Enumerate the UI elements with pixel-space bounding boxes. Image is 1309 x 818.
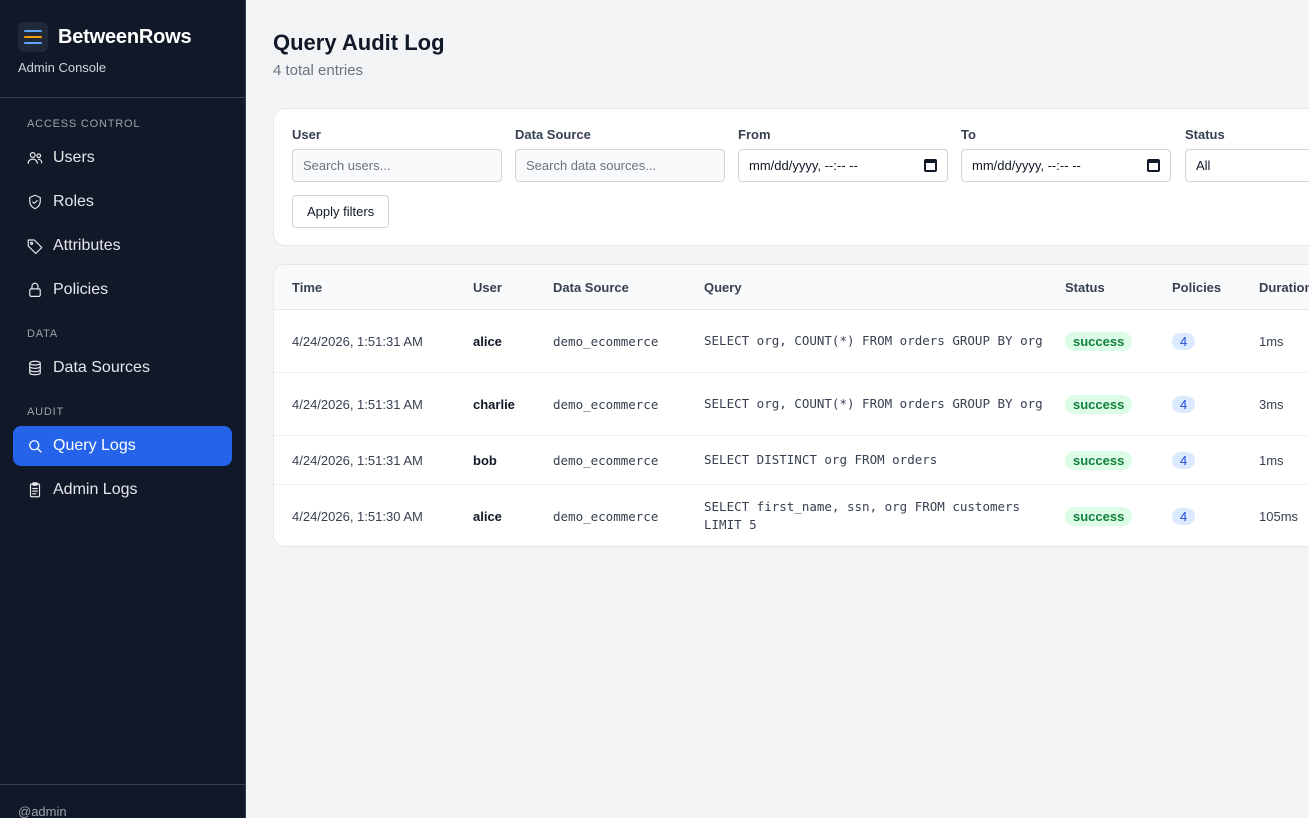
brand-header: BetweenRows Admin Console bbox=[0, 0, 245, 98]
to-datetime-value: mm/dd/yyyy, --:-- -- bbox=[972, 158, 1081, 173]
cell-user: bob bbox=[473, 452, 497, 468]
from-filter: From mm/dd/yyyy, --:-- -- bbox=[738, 127, 948, 182]
sidebar-item-data-sources[interactable]: Data Sources bbox=[13, 348, 232, 388]
calendar-icon[interactable] bbox=[1147, 159, 1160, 172]
sidebar-item-label: Roles bbox=[53, 193, 94, 210]
column-header-user[interactable]: User bbox=[473, 265, 502, 310]
data-source-filter-label: Data Source bbox=[515, 127, 591, 142]
nav-section-title: DATA bbox=[27, 328, 58, 340]
cell-user: alice bbox=[473, 333, 502, 349]
policies-count-badge: 4 bbox=[1172, 395, 1196, 413]
column-header-duration[interactable]: Duration bbox=[1259, 265, 1309, 310]
sidebar-item-admin-logs[interactable]: Admin Logs bbox=[13, 470, 232, 510]
status-filter: Status All bbox=[1185, 127, 1309, 182]
database-icon bbox=[29, 360, 41, 376]
sidebar-item-label: Policies bbox=[53, 281, 109, 298]
user-search-input[interactable]: Search users... bbox=[292, 149, 502, 182]
user-filter-label: User bbox=[292, 127, 321, 142]
filters-panel: User Search users... Data Source Search … bbox=[273, 108, 1309, 246]
query-log-table: Time User Data Source Query Status Polic… bbox=[273, 264, 1309, 547]
cell-duration: 3ms bbox=[1259, 396, 1284, 412]
entry-count: 4 total entries bbox=[273, 62, 364, 79]
users-icon bbox=[27, 152, 43, 164]
cell-duration: 1ms bbox=[1259, 333, 1284, 349]
cell-query: SELECT DISTINCT org FROM orders bbox=[704, 452, 938, 467]
search-icon bbox=[29, 440, 42, 453]
from-datetime-value: mm/dd/yyyy, --:-- -- bbox=[749, 158, 858, 173]
sidebar-item-query-logs[interactable]: Query Logs bbox=[13, 426, 232, 466]
sidebar-item-roles[interactable]: Roles bbox=[13, 182, 232, 222]
to-datetime-input[interactable]: mm/dd/yyyy, --:-- -- bbox=[961, 149, 1171, 182]
status-badge: success bbox=[1065, 394, 1133, 414]
menu-logo-icon bbox=[18, 22, 48, 52]
column-header-policies[interactable]: Policies bbox=[1172, 265, 1221, 310]
from-datetime-input[interactable]: mm/dd/yyyy, --:-- -- bbox=[738, 149, 948, 182]
cell-duration: 105ms bbox=[1259, 508, 1299, 524]
cell-data-source: demo_ecommerce bbox=[553, 396, 659, 412]
lock-icon bbox=[29, 282, 41, 297]
column-header-data-source[interactable]: Data Source bbox=[553, 265, 629, 310]
nav-section-title: AUDIT bbox=[27, 406, 64, 418]
table-row[interactable]: 4/24/2026, 1:51:30 AM alice demo_ecommer… bbox=[274, 485, 1309, 546]
cell-duration: 1ms bbox=[1259, 452, 1284, 468]
sidebar-item-label: Data Sources bbox=[53, 359, 150, 376]
status-badge: success bbox=[1065, 450, 1133, 470]
table-row[interactable]: 4/24/2026, 1:51:31 AM alice demo_ecommer… bbox=[274, 310, 1309, 373]
cell-time: 4/24/2026, 1:51:31 AM bbox=[292, 452, 423, 468]
cell-query: SELECT org, COUNT(*) FROM orders GROUP B… bbox=[704, 396, 1043, 411]
column-header-status[interactable]: Status bbox=[1065, 265, 1105, 310]
sidebar-item-label: Admin Logs bbox=[53, 481, 138, 498]
from-filter-label: From bbox=[738, 127, 771, 142]
brand-title: BetweenRows bbox=[58, 25, 192, 48]
status-badge: success bbox=[1065, 331, 1133, 351]
calendar-icon[interactable] bbox=[924, 159, 937, 172]
cell-data-source: demo_ecommerce bbox=[553, 452, 659, 468]
table-row[interactable]: 4/24/2026, 1:51:31 AM bob demo_ecommerce… bbox=[274, 436, 1309, 485]
policies-count-badge: 4 bbox=[1172, 332, 1196, 350]
cell-user: charlie bbox=[473, 396, 515, 412]
policies-count-badge: 4 bbox=[1172, 507, 1196, 525]
status-select[interactable]: All bbox=[1185, 149, 1309, 182]
sidebar-item-label: Users bbox=[53, 149, 95, 166]
to-filter: To mm/dd/yyyy, --:-- -- bbox=[961, 127, 1171, 182]
data-source-search-input[interactable]: Search data sources... bbox=[515, 149, 725, 182]
cell-user: alice bbox=[473, 508, 502, 524]
cell-time: 4/24/2026, 1:51:31 AM bbox=[292, 333, 423, 349]
status-filter-label: Status bbox=[1185, 127, 1225, 142]
cell-data-source: demo_ecommerce bbox=[553, 508, 659, 524]
column-header-time[interactable]: Time bbox=[292, 265, 322, 310]
cell-query: SELECT org, COUNT(*) FROM orders GROUP B… bbox=[704, 333, 1043, 348]
cell-time: 4/24/2026, 1:51:30 AM bbox=[292, 508, 423, 524]
user-filter: User Search users... bbox=[292, 127, 502, 182]
brand-subtitle: Admin Console bbox=[18, 60, 107, 75]
nav-section-title: ACCESS CONTROL bbox=[27, 118, 141, 130]
status-badge: success bbox=[1065, 506, 1133, 526]
sidebar-item-label: Attributes bbox=[53, 237, 121, 254]
sidebar: BetweenRows Admin Console ACCESS CONTROL… bbox=[0, 0, 246, 818]
main-content: Query Audit Log 4 total entries User Sea… bbox=[247, 0, 1309, 818]
page-title: Query Audit Log bbox=[273, 30, 445, 55]
data-source-filter: Data Source Search data sources... bbox=[515, 127, 725, 182]
to-filter-label: To bbox=[961, 127, 976, 142]
current-user: @admin bbox=[0, 784, 245, 818]
sidebar-item-attributes[interactable]: Attributes bbox=[13, 226, 232, 266]
sidebar-item-policies[interactable]: Policies bbox=[13, 270, 232, 310]
sidebar-item-label: Query Logs bbox=[53, 437, 136, 454]
column-header-query[interactable]: Query bbox=[704, 265, 742, 310]
clipboard-icon bbox=[29, 482, 41, 498]
policies-count-badge: 4 bbox=[1172, 451, 1196, 469]
sidebar-nav: ACCESS CONTROL Users Roles Attributes Po… bbox=[0, 98, 245, 510]
table-header: Time User Data Source Query Status Polic… bbox=[274, 265, 1309, 310]
table-row[interactable]: 4/24/2026, 1:51:31 AM charlie demo_ecomm… bbox=[274, 373, 1309, 436]
shield-icon bbox=[29, 194, 41, 210]
tag-icon bbox=[27, 239, 43, 255]
cell-data-source: demo_ecommerce bbox=[553, 333, 659, 349]
cell-time: 4/24/2026, 1:51:31 AM bbox=[292, 396, 423, 412]
sidebar-item-users[interactable]: Users bbox=[13, 138, 232, 178]
cell-query: SELECT first_name, ssn, org FROM custome… bbox=[704, 499, 1021, 532]
apply-filters-button[interactable]: Apply filters bbox=[292, 195, 390, 228]
